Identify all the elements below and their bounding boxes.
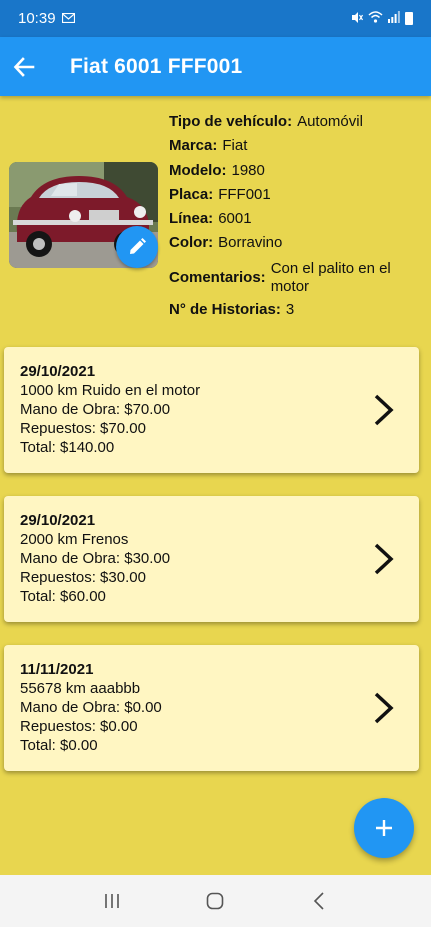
status-right	[350, 11, 413, 27]
field-label: Marca:	[169, 137, 218, 155]
app-bar: Fiat 6001 FFF001	[0, 37, 431, 96]
history-count-row: N° de Historias: 3	[169, 298, 419, 322]
field-label: Color:	[169, 234, 214, 252]
history-parts: Repuestos: $0.00	[20, 718, 138, 735]
chevron-right-icon	[374, 394, 394, 426]
edit-vehicle-button[interactable]	[116, 226, 158, 268]
vehicle-info: Tipo de vehículo: Automóvil Marca: Fiat …	[169, 110, 419, 322]
brand-row: Marca: Fiat	[169, 134, 419, 158]
vehicle-type-row: Tipo de vehículo: Automóvil	[169, 110, 419, 134]
history-total: Total: $140.00	[20, 439, 115, 456]
history-card[interactable]: 29/10/2021 1000 km Ruido en el motor Man…	[4, 347, 419, 473]
history-date: 29/10/2021	[20, 512, 96, 529]
signal-icon	[388, 11, 400, 26]
history-count-value: 3	[285, 300, 295, 318]
system-back-button[interactable]	[299, 881, 339, 921]
home-icon	[207, 892, 224, 910]
field-label: Placa:	[169, 185, 214, 203]
plate-value: FFF001	[218, 185, 271, 203]
home-button[interactable]	[195, 881, 235, 921]
history-description: 1000 km Ruido en el motor	[20, 382, 201, 399]
chevron-right-icon	[374, 692, 394, 724]
history-labor: Mano de Obra: $70.00	[20, 401, 171, 418]
history-total: Total: $0.00	[20, 737, 98, 754]
history-parts: Repuestos: $30.00	[20, 569, 146, 586]
model-row: Modelo: 1980	[169, 159, 419, 183]
field-label: Comentarios:	[169, 268, 266, 286]
history-date: 29/10/2021	[20, 363, 96, 380]
add-history-button[interactable]	[354, 798, 414, 858]
brand-value: Fiat	[222, 137, 248, 155]
arrow-left-icon	[13, 56, 35, 77]
history-date: 11/11/2021	[20, 661, 94, 678]
line-value: 6001	[218, 210, 252, 228]
history-parts: Repuestos: $70.00	[20, 420, 146, 437]
history-labor: Mano de Obra: $30.00	[20, 550, 171, 567]
field-label: Modelo:	[169, 161, 227, 179]
chevron-right-icon	[374, 543, 394, 575]
vehicle-type-value: Automóvil	[297, 113, 363, 130]
gmail-icon	[61, 10, 75, 27]
comments-value: Con el palito en el motor	[270, 259, 391, 295]
color-value: Borravino	[218, 234, 283, 252]
history-card[interactable]: 29/10/2021 2000 km Frenos Mano de Obra: …	[4, 496, 419, 622]
mute-icon	[350, 11, 364, 27]
line-row: Línea: 6001	[169, 207, 419, 231]
page-title: Fiat 6001 FFF001	[70, 54, 243, 78]
system-nav-bar	[0, 875, 431, 927]
plate-row: Placa: FFF001	[169, 183, 419, 207]
field-label: Tipo de vehículo:	[169, 113, 293, 130]
plus-icon	[376, 820, 392, 836]
battery-icon	[405, 12, 413, 25]
history-card[interactable]: 11/11/2021 55678 km aaabbb Mano de Obra:…	[4, 645, 419, 771]
field-label: N° de Historias:	[169, 300, 281, 318]
pencil-icon	[130, 238, 146, 254]
history-description: 55678 km aaabbb	[20, 680, 141, 697]
history-total: Total: $60.00	[20, 588, 106, 605]
color-row: Color: Borravino	[169, 231, 419, 255]
comments-row: Comentarios: Con el palito en el motor	[169, 260, 419, 296]
field-label: Línea:	[169, 210, 214, 228]
status-left: 10:39	[18, 10, 75, 27]
history-description: 2000 km Frenos	[20, 531, 129, 548]
wifi-icon	[368, 11, 383, 26]
chevron-left-icon	[314, 892, 324, 910]
recent-apps-icon	[105, 894, 119, 908]
status-time: 10:39	[18, 10, 56, 27]
history-labor: Mano de Obra: $0.00	[20, 699, 162, 716]
model-value: 1980	[231, 161, 265, 179]
recent-apps-button[interactable]	[92, 881, 132, 921]
status-bar: 10:39	[0, 0, 431, 37]
vehicle-details: Tipo de vehículo: Automóvil Marca: Fiat …	[0, 96, 431, 336]
back-button[interactable]	[2, 45, 46, 89]
